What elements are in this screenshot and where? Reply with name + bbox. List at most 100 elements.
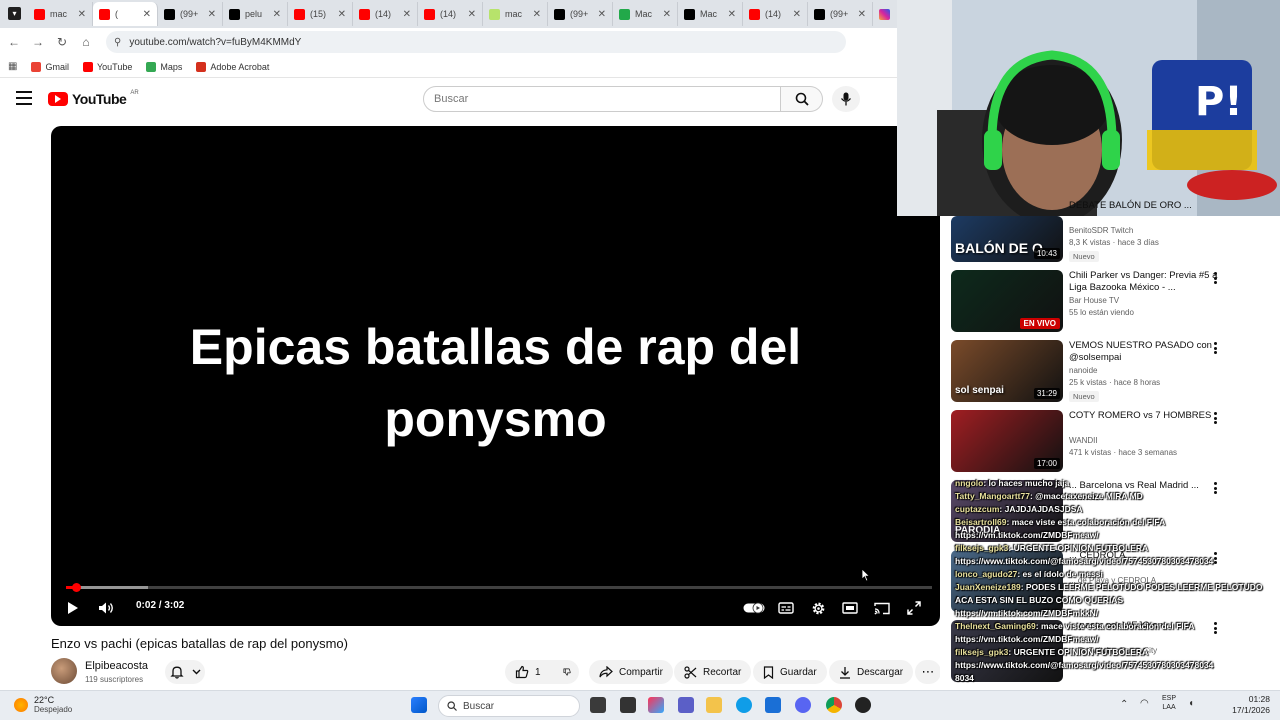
tab-close-icon[interactable]: ✕ xyxy=(598,9,606,20)
channel-name[interactable]: Elpibeacosta xyxy=(85,660,148,672)
browser-tab[interactable]: (99+ ✕ xyxy=(808,2,873,26)
edge-icon[interactable] xyxy=(736,697,752,713)
video-player[interactable]: Epicas batallas de rap del ponysmo 0:02 … xyxy=(51,126,940,626)
obs-icon[interactable] xyxy=(855,697,871,713)
recommended-video[interactable]: 17:00 COTY ROMERO vs 7 HOMBRES WANDII 471 k… xyxy=(951,410,1271,476)
start-menu-icon[interactable] xyxy=(411,697,427,713)
channel-avatar[interactable] xyxy=(51,658,77,684)
recommended-video[interactable]: BALÓN DE O 10:43 DEBATE BALÓN DE ORO ... Be… xyxy=(951,200,1271,266)
store-icon[interactable] xyxy=(765,697,781,713)
reload-icon[interactable]: ↻ xyxy=(50,35,74,49)
settings-button[interactable] xyxy=(809,597,827,619)
recommended-video[interactable]: sol senpai 31:29 VEMOS NUESTRO PASADO con … xyxy=(951,340,1271,406)
clip-button[interactable]: Recortar xyxy=(674,660,752,684)
more-options-icon[interactable] xyxy=(1213,272,1217,284)
scrubber-handle[interactable] xyxy=(71,583,81,592)
teams-icon[interactable] xyxy=(678,697,694,713)
site-info-icon[interactable]: ⚲ xyxy=(114,37,121,48)
bookmark-item[interactable]: Adobe Acrobat xyxy=(196,61,269,72)
more-options-icon[interactable] xyxy=(1213,412,1217,424)
tab-close-icon[interactable]: ✕ xyxy=(858,9,866,20)
browser-tab[interactable]: (14) ✕ xyxy=(743,2,808,26)
recommended-video[interactable]: EN VIVO Chili Parker vs Danger: Previa #5… xyxy=(951,270,1271,336)
recommended-channel[interactable]: BenitoSDR Twitch xyxy=(1069,226,1133,235)
bookmark-item[interactable]: YouTube xyxy=(82,61,132,72)
play-button[interactable] xyxy=(65,597,81,619)
autoplay-toggle[interactable] xyxy=(743,597,765,619)
recommended-title[interactable]: COTY ROMERO vs 7 HOMBRES xyxy=(1069,410,1219,422)
back-icon[interactable]: ← xyxy=(2,35,26,49)
home-icon[interactable]: ⌂ xyxy=(74,35,98,49)
voice-search-button[interactable] xyxy=(832,86,860,112)
browser-tab[interactable]: (15) ✕ xyxy=(288,2,353,26)
more-options-icon[interactable] xyxy=(1213,342,1217,354)
bookmark-item[interactable]: Maps xyxy=(146,61,182,72)
taskbar-clock[interactable]: 01:28 17/1/2026 xyxy=(1212,694,1270,716)
copilot-icon[interactable] xyxy=(648,697,664,713)
save-button[interactable]: Guardar xyxy=(753,660,827,684)
hamburger-menu-icon[interactable] xyxy=(16,91,32,105)
search-input[interactable]: Buscar xyxy=(423,86,781,112)
browser-tab[interactable]: (✕ xyxy=(93,2,158,26)
dislike-button[interactable] xyxy=(553,660,581,684)
tab-actions-icon[interactable]: ▾ xyxy=(8,7,21,20)
volume-tray-icon[interactable]: ◖ xyxy=(1188,698,1194,709)
subtitles-button[interactable] xyxy=(777,597,795,619)
browser-tab[interactable]: mac ✕ xyxy=(28,2,93,26)
file-explorer-icon[interactable] xyxy=(706,697,722,713)
fullscreen-button[interactable] xyxy=(905,597,923,619)
browser-tab[interactable]: (99+ ✕ xyxy=(158,2,223,26)
forward-icon[interactable]: → xyxy=(26,35,50,49)
tab-close-icon[interactable]: ✕ xyxy=(338,9,346,20)
download-button[interactable]: Descargar xyxy=(829,660,914,684)
youtube-logo[interactable]: YouTube AR xyxy=(48,90,139,107)
task-view-icon[interactable] xyxy=(590,697,606,713)
tab-close-icon[interactable]: ✕ xyxy=(208,9,216,20)
search-button[interactable] xyxy=(781,86,823,112)
chrome-icon[interactable] xyxy=(826,697,842,713)
browser-tab[interactable]: mac ✕ xyxy=(483,2,548,26)
tab-close-icon[interactable]: ✕ xyxy=(273,9,281,20)
browser-tab[interactable]: (14) ✕ xyxy=(418,2,483,26)
video-thumbnail[interactable]: 17:00 xyxy=(951,410,1063,472)
miniplayer-button[interactable] xyxy=(841,597,859,619)
subscription-bell-button[interactable] xyxy=(165,660,205,684)
browser-tab[interactable]: Mac ✕ xyxy=(613,2,678,26)
widgets-icon[interactable] xyxy=(620,697,636,713)
tab-close-icon[interactable]: ✕ xyxy=(663,9,671,20)
apps-grid-icon[interactable]: ▦ xyxy=(8,61,17,72)
recommended-title[interactable]: Chili Parker vs Danger: Previa #5 a Liga… xyxy=(1069,270,1219,294)
tab-close-icon[interactable]: ✕ xyxy=(728,9,736,20)
browser-tab-instagram[interactable] xyxy=(873,2,893,26)
tab-close-icon[interactable]: ✕ xyxy=(403,9,411,20)
browser-tab[interactable]: (14) ✕ xyxy=(353,2,418,26)
video-thumbnail[interactable]: BALÓN DE O 10:43 xyxy=(951,216,1063,262)
weather-widget[interactable]: 22°C Despejado xyxy=(14,695,72,714)
tab-close-icon[interactable]: ✕ xyxy=(468,9,476,20)
recommended-channel[interactable]: Bar House TV xyxy=(1069,296,1119,305)
recommended-title[interactable]: DEBATE BALÓN DE ORO ... xyxy=(1069,200,1219,212)
volume-button[interactable] xyxy=(97,597,117,619)
discord-icon[interactable] xyxy=(795,697,811,713)
taskbar-search[interactable]: Buscar xyxy=(438,695,580,717)
tab-close-icon[interactable]: ✕ xyxy=(143,9,151,20)
video-thumbnail[interactable]: EN VIVO xyxy=(951,270,1063,332)
recommended-title[interactable]: VEMOS NUESTRO PASADO con @solsempai xyxy=(1069,340,1219,364)
language-indicator[interactable]: ESP LAA xyxy=(1162,694,1176,712)
more-actions-button[interactable]: ⋯ xyxy=(915,660,941,684)
browser-tab[interactable]: (99+ ✕ xyxy=(548,2,613,26)
tab-close-icon[interactable]: ✕ xyxy=(793,9,801,20)
address-bar[interactable]: ⚲ youtube.com/watch?v=fuByM4KMMdY xyxy=(106,31,846,53)
bookmark-item[interactable]: Gmail xyxy=(31,61,69,72)
browser-tab[interactable]: Mac ✕ xyxy=(678,2,743,26)
recommended-channel[interactable]: WANDII xyxy=(1069,436,1098,445)
tab-close-icon[interactable]: ✕ xyxy=(533,9,541,20)
show-hidden-icons-chevron-icon[interactable]: ⌃ xyxy=(1120,699,1128,710)
browser-tab[interactable]: pelu ✕ xyxy=(223,2,288,26)
progress-bar[interactable] xyxy=(66,583,932,592)
wifi-icon[interactable]: ◠ xyxy=(1140,698,1149,709)
share-button[interactable]: Compartir xyxy=(589,660,673,684)
recommended-channel[interactable]: nanoide xyxy=(1069,366,1097,375)
tab-close-icon[interactable]: ✕ xyxy=(78,9,86,20)
cast-button[interactable] xyxy=(873,597,891,619)
